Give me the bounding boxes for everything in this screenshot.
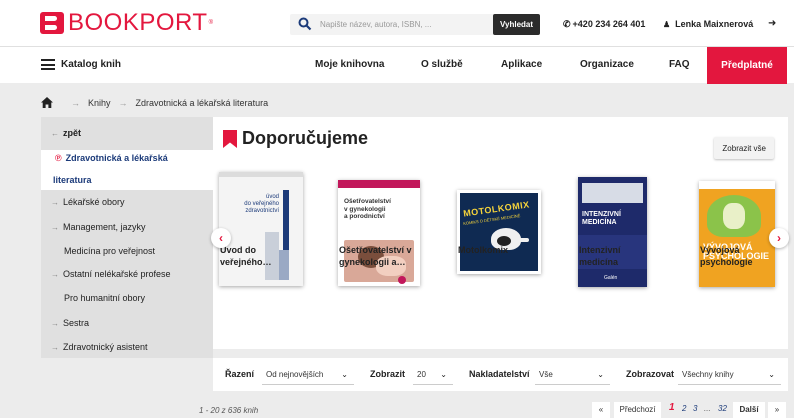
view-select[interactable]: Všechny knihy ⌄ <box>678 364 781 385</box>
phone-number[interactable]: ✆ +420 234 264 401 <box>563 19 645 30</box>
top-header: BOOKPORT ® Vyhledat ✆+420 234 264 401 ♟ L… <box>0 0 794 46</box>
arrow-icon: → <box>51 343 59 352</box>
view-label: Zobrazovat <box>626 369 675 379</box>
back-arrow-icon: ← <box>51 129 59 138</box>
cover-title-1: úvod <box>265 194 279 200</box>
pager-last[interactable]: » <box>768 402 786 418</box>
nav-catalog[interactable]: Katalog knih <box>61 59 121 70</box>
user-name: Lenka Maixnerová <box>675 19 754 29</box>
hamburger-menu-icon[interactable] <box>41 59 55 70</box>
pager-ellipsis: ... <box>704 404 711 413</box>
breadcrumb-books[interactable]: Knihy <box>88 98 111 108</box>
main-navigation: Katalog knih Moje knihovna O službě Apli… <box>0 46 794 84</box>
result-count: 1 - 20 z 636 knih <box>199 406 259 415</box>
sort-label: Řazení <box>225 369 255 379</box>
search-button[interactable]: Vyhledat <box>493 14 540 35</box>
sidebar-item-public-medicine[interactable]: Medicína pro veřejnost <box>64 246 155 256</box>
arrow-icon: → <box>51 319 59 328</box>
nav-apps[interactable]: Aplikace <box>501 59 542 70</box>
book-title[interactable]: Motolkomix <box>458 244 553 256</box>
pager-next[interactable]: Další <box>733 402 765 418</box>
user-icon: ♟ <box>663 20 671 29</box>
logo-text: BOOKPORT <box>68 9 208 36</box>
search-icon <box>298 17 312 31</box>
cover-title-2: do veřejného <box>244 201 279 207</box>
logo-registered: ® <box>208 20 214 26</box>
cover-title-3: zdravotnictví <box>245 208 279 214</box>
book-title[interactable]: Úvod do veřejného… <box>220 244 315 268</box>
book-title[interactable]: Ošetřovatelství v gynekologii a… <box>339 244 434 268</box>
publisher-select[interactable]: Vše ⌄ <box>535 364 610 385</box>
nav-faq[interactable]: FAQ <box>669 59 690 70</box>
sidebar-back-label: zpět <box>63 128 81 138</box>
carousel-prev-icon[interactable]: ‹ <box>211 228 231 248</box>
arrow-icon: → <box>51 223 59 232</box>
nav-about-service[interactable]: O službě <box>421 59 463 70</box>
sidebar-active-line2: literatura <box>53 175 92 185</box>
carousel-next-icon[interactable]: › <box>769 228 789 248</box>
user-account[interactable]: ♟ Lenka Maixnerová <box>663 19 753 29</box>
caduceus-icon: ℗ <box>55 153 62 163</box>
book-cover[interactable]: Ošetřovatelství v gynekologii a porodnic… <box>338 180 420 286</box>
sidebar-item-other-professions[interactable]: → Ostatní nelékařské profese <box>51 269 171 279</box>
book-cover[interactable]: úvod do veřejného zdravotnictví <box>219 172 303 286</box>
sort-select[interactable]: Od nejnovějších ⌄ <box>262 364 354 385</box>
sidebar-item-medical-assistant[interactable]: → Zdravotnický asistent <box>51 342 148 352</box>
pager-page[interactable]: 2 <box>682 404 686 413</box>
publisher-label: Nakladatelství <box>469 369 530 379</box>
recommended-panel: Doporučujeme Zobrazit vše úvod do veřejn… <box>211 117 789 349</box>
phone-text: +420 234 264 401 <box>572 19 646 29</box>
nav-my-library[interactable]: Moje knihovna <box>315 59 384 70</box>
breadcrumb-separator-icon: → <box>71 97 80 108</box>
show-label: Zobrazit <box>370 369 405 379</box>
arrow-icon: → <box>51 198 59 207</box>
book-cover[interactable]: MOTOLKOMIX KOMIKS O DĚTSKÉ MEDICÍNĚ <box>457 190 541 274</box>
sidebar-back[interactable]: ← zpět <box>51 128 81 138</box>
book-cover[interactable]: ​ INTENZIVNÍ MEDICÍNA Galén <box>578 177 647 287</box>
category-sidebar: ← zpět ℗ Zdravotnická a lékařská literatur… <box>41 117 213 358</box>
nav-subscription[interactable]: Předplatné <box>707 47 787 84</box>
pager-page-current[interactable]: 1 <box>669 402 675 413</box>
logo-mark-icon <box>40 12 64 34</box>
book-cover[interactable]: VÝVOJOVÁ PSYCHOLOGIE <box>699 181 775 287</box>
breadcrumb: → Knihy → Zdravotnická a lékařská litera… <box>41 97 268 108</box>
sidebar-active-line1: ℗ Zdravotnická a lékařská <box>55 153 168 163</box>
phone-icon: ✆ <box>563 19 571 29</box>
home-icon[interactable] <box>41 97 53 108</box>
pager-prev[interactable]: Předchozí <box>614 402 661 418</box>
sidebar-item-humanities[interactable]: Pro humanitní obory <box>64 293 145 303</box>
chevron-down-icon: ⌄ <box>440 369 447 379</box>
pager-page[interactable]: 32 <box>718 404 727 413</box>
chevron-down-icon: ⌄ <box>597 369 604 379</box>
breadcrumb-category[interactable]: Zdravotnická a lékařská literatura <box>136 98 269 108</box>
pager-first[interactable]: « <box>592 402 610 418</box>
bookmark-icon <box>223 129 237 148</box>
book-title[interactable]: Intenzivní medicína <box>579 244 674 268</box>
section-title: Doporučujeme <box>223 128 368 149</box>
bookport-logo[interactable]: BOOKPORT ® <box>40 9 214 36</box>
show-all-button[interactable]: Zobrazit vše <box>714 137 774 159</box>
search-box: Vyhledat <box>290 14 540 35</box>
logout-icon[interactable]: ➜ <box>768 18 776 29</box>
sidebar-item-management[interactable]: → Management, jazyky <box>51 222 146 232</box>
chevron-down-icon: ⌄ <box>768 369 775 379</box>
nav-organizations[interactable]: Organizace <box>580 59 634 70</box>
breadcrumb-separator-icon: → <box>118 97 128 108</box>
pager-page[interactable]: 3 <box>693 404 697 413</box>
section-title-text: Doporučujeme <box>242 128 369 148</box>
arrow-icon: → <box>51 270 59 279</box>
sidebar-item-nurse[interactable]: → Sestra <box>51 318 89 328</box>
show-count-select[interactable]: 20 ⌄ <box>413 364 453 385</box>
sidebar-item-medical-fields[interactable]: → Lékařské obory <box>51 197 125 207</box>
chevron-down-icon: ⌄ <box>341 369 348 379</box>
search-input[interactable] <box>320 16 480 33</box>
filter-bar: Řazení Od nejnovějších ⌄ Zobrazit 20 ⌄ Nak… <box>213 358 788 391</box>
